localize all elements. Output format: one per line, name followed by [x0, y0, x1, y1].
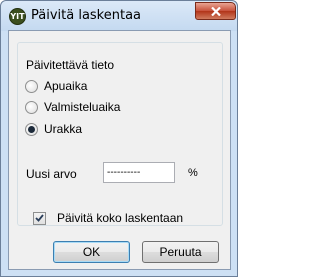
- percent-unit: %: [188, 167, 198, 179]
- dialog-window: YIT Päivitä laskentaa Päivitettävä tieto…: [0, 0, 238, 277]
- dialog-content: Päivitettävä tieto Apuaika Valmisteluaik…: [8, 30, 231, 270]
- radio-label: Valmisteluaika: [44, 100, 121, 114]
- new-value-label: Uusi arvo: [26, 167, 77, 181]
- checkmark-icon: [35, 214, 44, 222]
- group-label: Päivitettävä tieto: [26, 58, 115, 72]
- window-title: Päivitä laskentaa: [31, 8, 142, 23]
- radio-label: Apuaika: [44, 79, 88, 93]
- radio-dot-icon: [28, 125, 35, 133]
- radio-apuaika[interactable]: Apuaika: [25, 79, 87, 93]
- radio-button-icon[interactable]: [25, 100, 38, 114]
- app-icon: YIT: [9, 8, 26, 25]
- close-button[interactable]: [195, 2, 236, 20]
- radio-label: Urakka: [44, 122, 83, 136]
- update-whole-calculation-checkbox[interactable]: Päivitä koko laskentaan: [33, 211, 183, 225]
- radio-valmisteluaika[interactable]: Valmisteluaika: [25, 100, 120, 114]
- title-bar[interactable]: YIT Päivitä laskentaa: [1, 1, 237, 31]
- ok-button[interactable]: OK: [53, 241, 130, 263]
- new-value-input[interactable]: [103, 162, 175, 183]
- checkbox-label: Päivitä koko laskentaan: [57, 211, 184, 225]
- close-icon: [210, 6, 221, 16]
- checkbox-box[interactable]: [33, 211, 46, 225]
- radio-button-icon[interactable]: [25, 79, 38, 93]
- cancel-button[interactable]: Peruuta: [142, 241, 219, 263]
- radio-urakka[interactable]: Urakka: [25, 122, 82, 136]
- radio-button-selected-icon[interactable]: [25, 122, 38, 136]
